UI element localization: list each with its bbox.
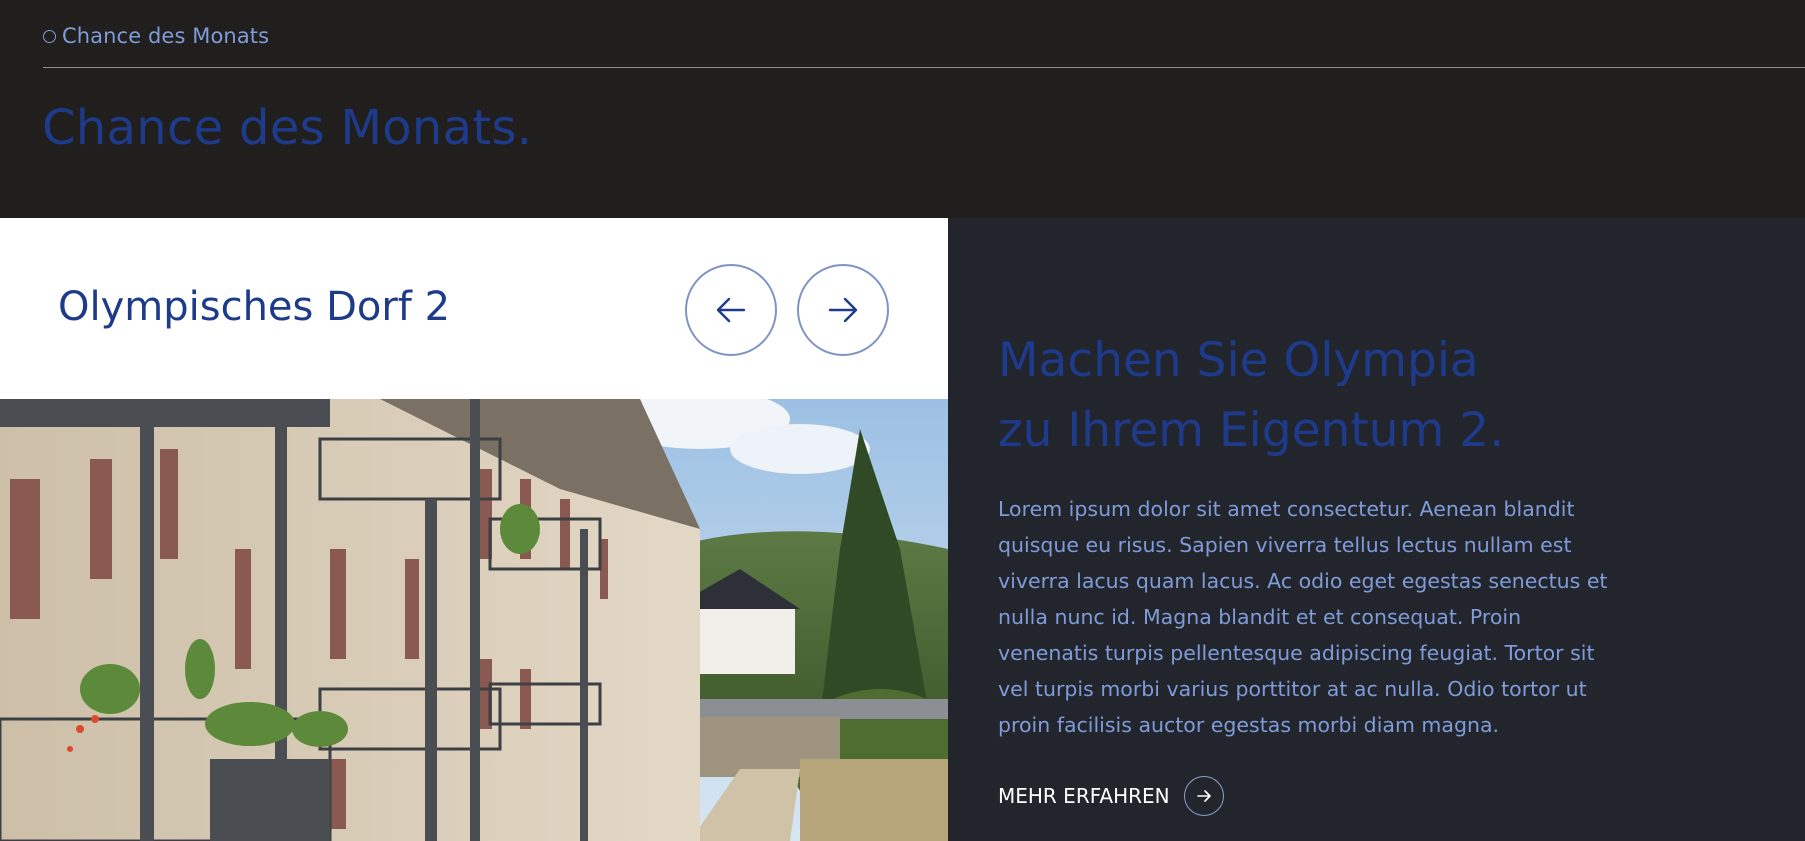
more-info-label: MEHR ERFAHREN <box>998 784 1170 808</box>
card-title: Olympisches Dorf 2 <box>58 284 451 330</box>
circle-icon <box>43 30 56 43</box>
header-section: Chance des Monats Chance des Monats. <box>0 0 1805 218</box>
arrow-left-icon <box>716 297 746 323</box>
arrow-right-icon <box>828 297 858 323</box>
feature-body: Lorem ipsum dolor sit amet consectetur. … <box>998 497 1608 737</box>
headline-line-2: zu Ihrem Eigentum 2. <box>998 403 1505 458</box>
section-title: Chance des Monats. <box>42 100 533 156</box>
property-image <box>0 399 948 841</box>
building-photo <box>0 399 948 841</box>
feature-headline: Machen Sie Olympia zu Ihrem Eigentum 2. <box>998 326 1598 466</box>
previous-button[interactable] <box>685 264 777 356</box>
feature-panel: Machen Sie Olympia zu Ihrem Eigentum 2. … <box>948 218 1805 841</box>
more-info-link[interactable]: MEHR ERFAHREN <box>998 776 1224 816</box>
headline-line-1: Machen Sie Olympia <box>998 333 1479 388</box>
property-card: Olympisches Dorf 2 <box>0 218 948 841</box>
arrow-right-icon <box>1183 776 1224 816</box>
card-header: Olympisches Dorf 2 <box>0 218 948 399</box>
eyebrow: Chance des Monats <box>43 24 269 48</box>
next-button[interactable] <box>797 264 889 356</box>
divider <box>43 67 1805 68</box>
eyebrow-label: Chance des Monats <box>62 24 270 48</box>
